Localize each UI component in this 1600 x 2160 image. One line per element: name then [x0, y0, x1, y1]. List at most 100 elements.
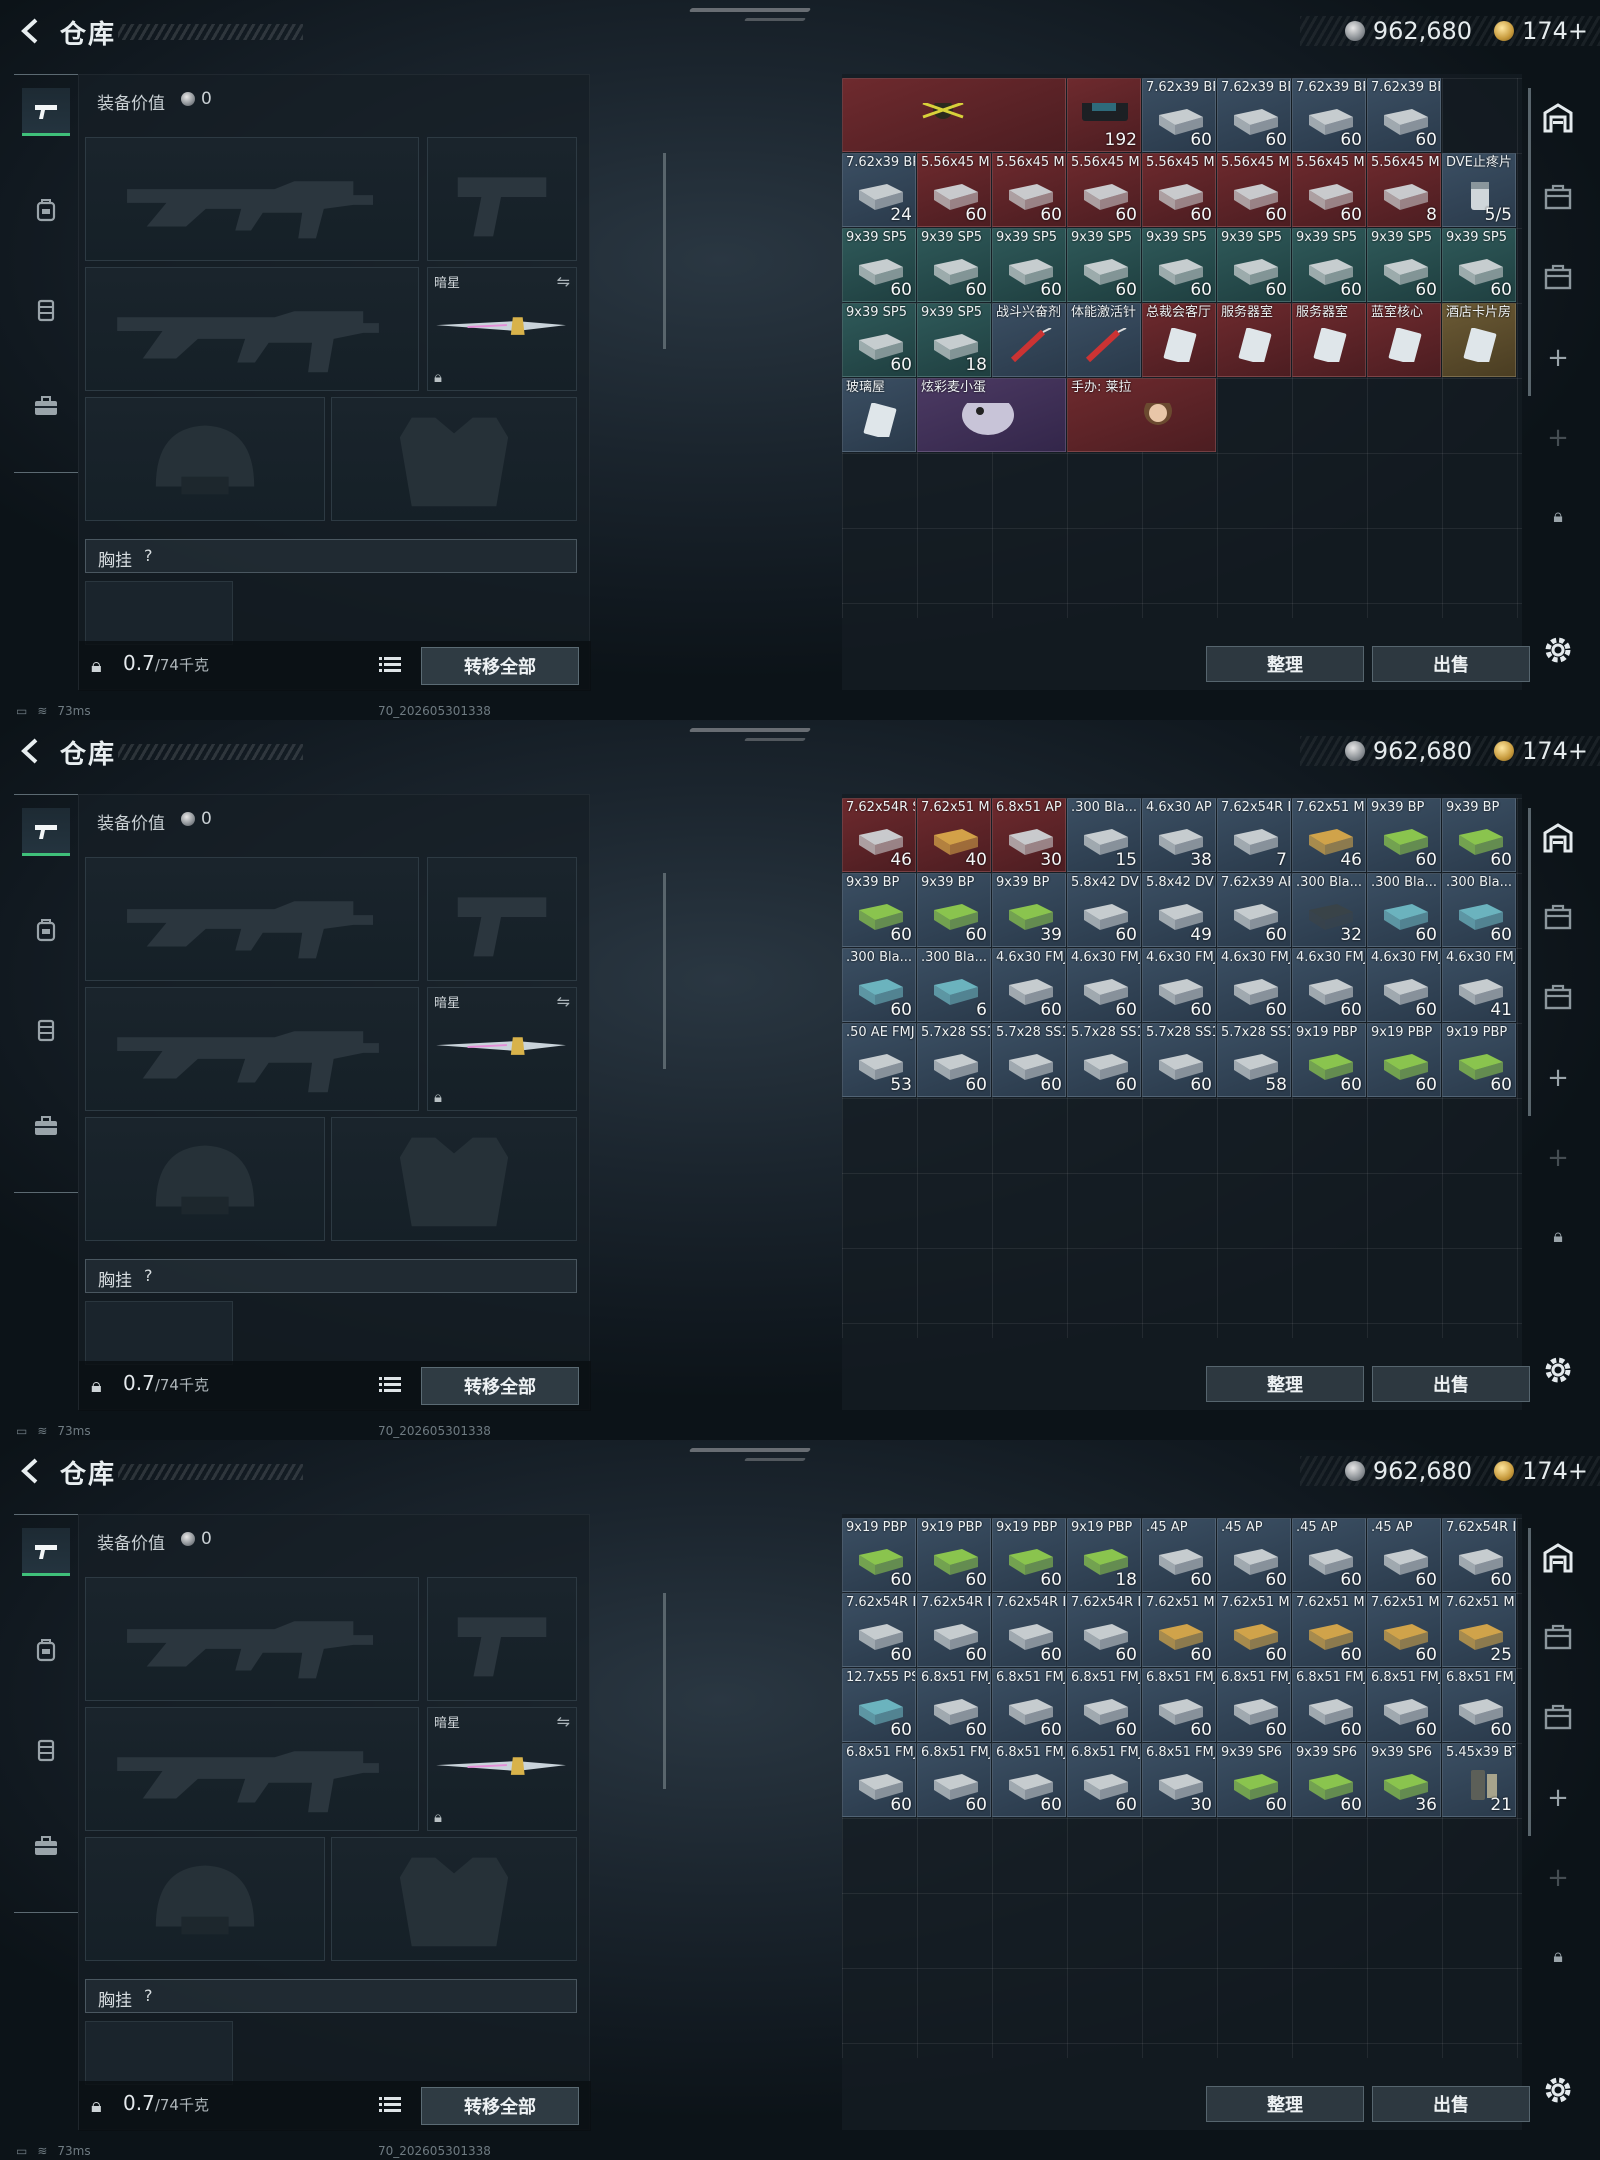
back-button[interactable] [14, 14, 48, 48]
pistol-slot[interactable] [427, 1577, 577, 1701]
tab-stash-home[interactable] [1534, 814, 1582, 862]
tab-stash-page-2[interactable] [1534, 254, 1582, 302]
stash-item[interactable]: 5.8x42 DVP88 49 [1142, 873, 1216, 947]
locked-stash-page[interactable]: 🔒︎ [1534, 492, 1582, 540]
stash-item[interactable]: 7.62x51 M80 46 [1292, 798, 1366, 872]
chest-rig-slot[interactable]: 胸挂 ? [85, 1259, 577, 1293]
add-stash-page-button[interactable]: + [1534, 1774, 1582, 1822]
stash-item[interactable]: .300 Bla... BCP FMJ 60 [1442, 873, 1516, 947]
stash-item[interactable]: .300 Bla... BCP FMJ 60 [842, 948, 916, 1022]
stash-item[interactable]: 7.62x54R LPS 60 [842, 1593, 916, 1667]
stash-item[interactable]: 5.56x45 M855A1 60 [1067, 153, 1141, 227]
stash-item[interactable]: 4.6x30 FMJ SX 41 [1442, 948, 1516, 1022]
equipment-scrollbar[interactable] [663, 1593, 666, 1789]
stash-item[interactable]: 7.62x54R LPS 60 [1442, 1518, 1516, 1592]
stash-item[interactable]: .300 Bla... TAC-TX 15 [1067, 798, 1141, 872]
helmet-slot[interactable] [85, 397, 325, 521]
sort-button[interactable]: 整理 [1206, 646, 1364, 682]
stash-item[interactable]: 7.62x54R LPS 60 [917, 1593, 991, 1667]
gold-balance[interactable]: 174+ [1522, 17, 1588, 45]
stash-item[interactable]: 12.7x55 PS12 60 [842, 1668, 916, 1742]
stash-item[interactable]: 玻璃屋 [842, 378, 916, 452]
tab-weapons[interactable] [22, 1528, 70, 1576]
stash-item[interactable]: 9x19 PBP 60 [1292, 1023, 1366, 1097]
stash-item[interactable]: 5.56x45 M855A1 60 [1292, 153, 1366, 227]
chest-rig-slot[interactable]: 胸挂 ? [85, 539, 577, 573]
help-icon[interactable]: ? [144, 1986, 153, 2005]
stash-item[interactable]: 9x39 SP5 18 [917, 303, 991, 377]
stash-item[interactable]: 5.7x28 SS190 60 [917, 1023, 991, 1097]
stash-item[interactable]: 9x39 SP5 60 [1367, 228, 1441, 302]
tab-case[interactable] [22, 382, 70, 430]
stash-item[interactable]: 6.8x51 FMJ 60 [1292, 1668, 1366, 1742]
stash-item[interactable]: 9x19 PBP 60 [917, 1518, 991, 1592]
stash-item[interactable]: 7.62x39 BP 60 [1292, 78, 1366, 152]
stash-item[interactable]: 7.62x54R LPS 60 [992, 1593, 1066, 1667]
stash-item[interactable]: 5.45x39 BT 21 [1442, 1743, 1516, 1817]
stash-item[interactable]: .300 Bla... BCP FMJ 60 [1367, 873, 1441, 947]
armor-slot[interactable] [331, 1837, 577, 1961]
list-icon[interactable] [379, 1375, 401, 1395]
secondary-weapon-slot[interactable] [85, 1707, 419, 1831]
stash-item[interactable]: .45 AP 60 [1292, 1518, 1366, 1592]
stash-item[interactable]: 7.62x51 M80 60 [1217, 1593, 1291, 1667]
stash-item[interactable]: 6.8x51 FMJ 60 [992, 1668, 1066, 1742]
stash-item[interactable]: .300 Bla... BCP SUB 32 [1292, 873, 1366, 947]
tab-stash-home[interactable] [1534, 94, 1582, 142]
stash-item[interactable]: 9x39 SP5 60 [1442, 228, 1516, 302]
stash-item[interactable]: 6.8x51 FMJ 60 [992, 1743, 1066, 1817]
tab-stash-page-1[interactable] [1534, 1614, 1582, 1662]
stash-item[interactable]: 9x19 PBP 18 [1067, 1518, 1141, 1592]
tab-vest[interactable] [22, 1006, 70, 1054]
back-button[interactable] [14, 734, 48, 768]
stash-item[interactable]: 9x39 SP5 60 [842, 228, 916, 302]
stash-item[interactable]: 5.56x45 M855A1 60 [917, 153, 991, 227]
stash-item[interactable]: 9x39 SP5 60 [842, 303, 916, 377]
sell-button[interactable]: 出售 [1372, 2086, 1530, 2122]
tab-stash-page-1[interactable] [1534, 894, 1582, 942]
chest-rig-item-slot[interactable] [85, 1301, 233, 1365]
stash-item[interactable]: 服务器室 [1292, 303, 1366, 377]
lock-icon[interactable]: 🔒︎ [91, 653, 102, 677]
stash-item[interactable]: 7.62x39 BP 60 [1217, 78, 1291, 152]
stash-item[interactable]: 5.8x42 DVP88 60 [1067, 873, 1141, 947]
secondary-weapon-slot[interactable] [85, 987, 419, 1111]
tab-vest[interactable] [22, 286, 70, 334]
stash-item[interactable]: 4.6x30 AP SX 38 [1142, 798, 1216, 872]
tab-weapons[interactable] [22, 88, 70, 136]
stash-item[interactable]: 9x39 SP5 60 [1142, 228, 1216, 302]
stash-item[interactable]: 9x39 SP5 60 [992, 228, 1066, 302]
stash-item[interactable]: 9x39 BP 60 [917, 873, 991, 947]
gold-balance[interactable]: 174+ [1522, 1457, 1588, 1485]
locked-stash-page[interactable]: 🔒︎ [1534, 1212, 1582, 1260]
transfer-all-button[interactable]: 转移全部 [421, 1367, 579, 1405]
tab-stash-page-2[interactable] [1534, 1694, 1582, 1742]
sort-button[interactable]: 整理 [1206, 2086, 1364, 2122]
helmet-slot[interactable] [85, 1837, 325, 1961]
melee-slot[interactable]: 暗星 ⇋ 🔒︎ [427, 267, 577, 391]
tab-backpack[interactable] [22, 906, 70, 954]
stash-item[interactable]: 4.6x30 FMJ SX 60 [1142, 948, 1216, 1022]
stash-item[interactable]: 6.8x51 FMJ 60 [1067, 1743, 1141, 1817]
sort-button[interactable]: 整理 [1206, 1366, 1364, 1402]
add-stash-page-button[interactable]: + [1534, 334, 1582, 382]
stash-item[interactable]: 9x19 PBP 60 [992, 1518, 1066, 1592]
stash-item[interactable]: 蓝室核心 [1367, 303, 1441, 377]
stash-item[interactable]: 5.56x45 M855A1 60 [1142, 153, 1216, 227]
stash-item[interactable]: 9x39 SP5 60 [1067, 228, 1141, 302]
stash-item[interactable]: 7.62x39 BP 60 [1142, 78, 1216, 152]
stash-item[interactable]: 9x39 SP5 60 [917, 228, 991, 302]
tab-stash-page-1[interactable] [1534, 174, 1582, 222]
gold-balance[interactable]: 174+ [1522, 737, 1588, 765]
stash-item[interactable]: 7.62x51 M80 60 [1367, 1593, 1441, 1667]
help-icon[interactable]: ? [144, 1266, 153, 1285]
pistol-slot[interactable] [427, 137, 577, 261]
primary-weapon-slot[interactable] [85, 857, 419, 981]
stash-item[interactable]: 9x19 PBP 60 [842, 1518, 916, 1592]
melee-slot[interactable]: 暗星 ⇋ 🔒︎ [427, 1707, 577, 1831]
stash-item[interactable]: 体能激活针 [1067, 303, 1141, 377]
stash-item[interactable]: 4.6x30 FMJ SX 60 [1292, 948, 1366, 1022]
add-stash-page-button[interactable]: + [1534, 1054, 1582, 1102]
stash-item[interactable]: 5.7x28 SS190 60 [992, 1023, 1066, 1097]
stash-item[interactable]: 9x39 SP6 60 [1292, 1743, 1366, 1817]
